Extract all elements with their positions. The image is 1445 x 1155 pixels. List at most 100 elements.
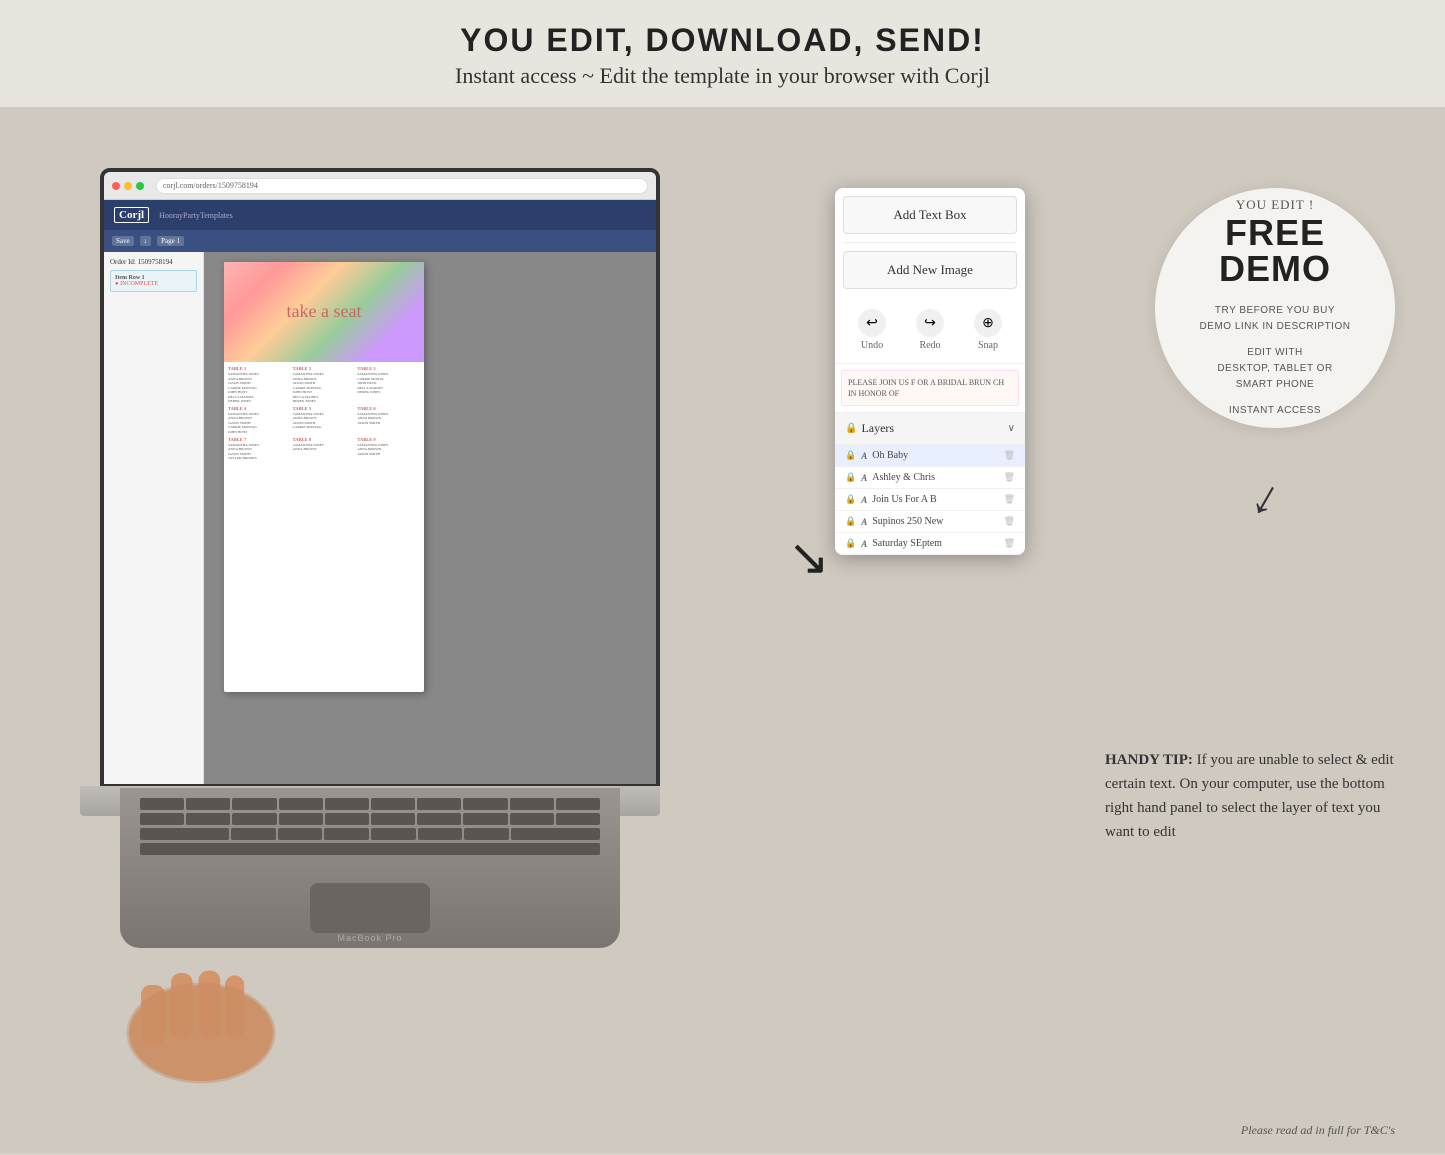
minimize-dot [124,182,132,190]
main-content: corjl.com/orders/1509758194 Corjl Hooray… [0,108,1445,1153]
key [279,798,323,810]
screen-body: Order Id: 1509758194 Item Row 1 ● INCOMP… [104,252,656,784]
handy-tip-label: HANDY TIP: [1105,752,1193,768]
layer-delete-icon[interactable]: 🗑 [1004,516,1015,527]
chevron-down-icon: ∨ [1008,423,1015,434]
address-bar[interactable]: corjl.com/orders/1509758194 [156,178,648,194]
order-id: Order Id: 1509758194 [110,258,197,266]
key [556,798,600,810]
hand-svg [100,913,350,1093]
keyboard-grid [120,788,620,865]
toolbar-zoom[interactable]: Page 1 [157,236,184,246]
mobile-panel: Add Text Box Add New Image ↩ Undo ↪ Redo… [835,188,1025,555]
screen-content: corjl.com/orders/1509758194 Corjl Hooray… [104,172,656,784]
key [231,828,276,840]
top-banner: YOU EDIT, DOWNLOAD, SEND! Instant access… [0,0,1445,108]
redo-tool[interactable]: ↪ Redo [916,309,944,351]
demo-instant-access: INSTANT ACCESS [1229,403,1321,419]
key [186,798,230,810]
key [186,813,230,825]
chart-tables: TABLE 1 SAMANTHA JONESANNA BROWNJASON SM… [224,362,424,465]
layers-section: 🔒 Layers ∨ 🔒 A Oh Baby 🗑 🔒 A Ashley & Ch… [835,412,1025,555]
toolbar-download[interactable]: ↓ [140,236,152,246]
snap-label: Snap [978,340,998,351]
browser-bar: corjl.com/orders/1509758194 [104,172,656,200]
layer-type-a: A [861,451,867,461]
key-row-3 [140,828,600,840]
add-text-box-button[interactable]: Add Text Box [843,196,1017,234]
corjl-nav: HoorayPartyTemplates [159,211,233,220]
key [510,798,554,810]
laptop-mockup: corjl.com/orders/1509758194 Corjl Hooray… [40,168,700,988]
key [417,813,461,825]
key [324,828,369,840]
close-dot [112,182,120,190]
key-row-2 [140,813,600,825]
layer-delete-icon[interactable]: 🗑 [1004,538,1015,549]
corjl-header: Corjl HoorayPartyTemplates [104,200,656,230]
layer-item-saturday[interactable]: 🔒 A Saturday SEptem 🗑 [835,533,1025,555]
hand-area [100,913,350,1093]
redo-label: Redo [919,340,940,351]
screen-main: take a seat TABLE 1 SAMANTHA JONESANNA B… [204,252,656,784]
layer-name-oh-baby: Oh Baby [872,450,1003,461]
snap-icon: ⊕ [974,309,1002,337]
key-row-1 [140,798,600,810]
layer-lock-icon: 🔒 [845,472,856,483]
preview-text: PLEASE JOIN US F OR A BRIDAL BRUN CH IN … [848,378,1004,398]
key [232,798,276,810]
table-col-9: TABLE 9 SAMANTHA JONESANNA BROWNJASON SM… [357,437,420,461]
layer-name-join: Join Us For A B [872,494,1003,505]
arrow-circle-to-tip: ↓ [1242,466,1293,529]
key [510,813,554,825]
layers-title: Layers [861,421,1007,436]
sidebar-item[interactable]: Item Row 1 ● INCOMPLETE [110,270,197,292]
layer-item-oh-baby[interactable]: 🔒 A Oh Baby 🗑 [835,445,1025,467]
layer-type-a: A [861,517,867,527]
handy-tip: HANDY TIP: If you are unable to select &… [1105,748,1395,844]
key [463,798,507,810]
layers-header[interactable]: 🔒 Layers ∨ [835,413,1025,445]
demo-edit-with: EDIT WITH [1247,345,1302,361]
key [232,813,276,825]
snap-tool[interactable]: ⊕ Snap [974,309,1002,351]
key [325,798,369,810]
incomplete-label: ● INCOMPLETE [115,281,192,287]
layer-lock-icon: 🔒 [845,494,856,505]
layer-name-ashley: Ashley & Chris [872,472,1003,483]
layer-delete-icon[interactable]: 🗑 [1004,450,1015,461]
key [418,828,463,840]
layer-name-saturday: Saturday SEptem [872,538,1003,549]
toolbar-save[interactable]: Save [112,236,134,246]
layer-delete-icon[interactable]: 🗑 [1004,472,1015,483]
subheadline: Instant access ~ Edit the template in yo… [40,63,1405,89]
chart-floral-top: take a seat [224,262,424,362]
layer-item-supinos[interactable]: 🔒 A Supinos 250 New 🗑 [835,511,1025,533]
chart-title: take a seat [287,302,362,322]
demo-smart-phone: SMART PHONE [1236,377,1314,393]
table-col-1: TABLE 1 SAMANTHA JONESANNA BROWNJASON SM… [228,366,291,404]
layer-delete-icon[interactable]: 🗑 [1004,494,1015,505]
table-col-4: TABLE 4 SAMANTHA JONESANNA BROWNJASON SM… [228,406,291,435]
key-space [140,843,600,855]
layer-lock-icon: 🔒 [845,450,856,461]
table-col-8: TABLE 8 SAMANTHA JONESANNA BROWN [293,437,356,461]
demo-devices: DESKTOP, TABLET OR [1217,361,1332,377]
layer-item-join[interactable]: 🔒 A Join Us For A B 🗑 [835,489,1025,511]
layer-type-a: A [861,539,867,549]
table-col-7: TABLE 7 SAMANTHA JONESANNA BROWNJASON SM… [228,437,291,461]
undo-tool[interactable]: ↩ Undo [858,309,886,351]
redo-icon: ↪ [916,309,944,337]
laptop-screen: corjl.com/orders/1509758194 Corjl Hooray… [100,168,660,788]
key-row-4 [140,843,600,855]
panel-divider-1 [843,242,1017,243]
layers-lock-icon: 🔒 [845,423,857,434]
add-new-image-button[interactable]: Add New Image [843,251,1017,289]
layer-item-ashley[interactable]: 🔒 A Ashley & Chris 🗑 [835,467,1025,489]
key [371,798,415,810]
panel-toolbar: ↩ Undo ↪ Redo ⊕ Snap [835,297,1025,364]
key [140,813,184,825]
key [278,828,323,840]
layer-type-a: A [861,473,867,483]
key [325,813,369,825]
